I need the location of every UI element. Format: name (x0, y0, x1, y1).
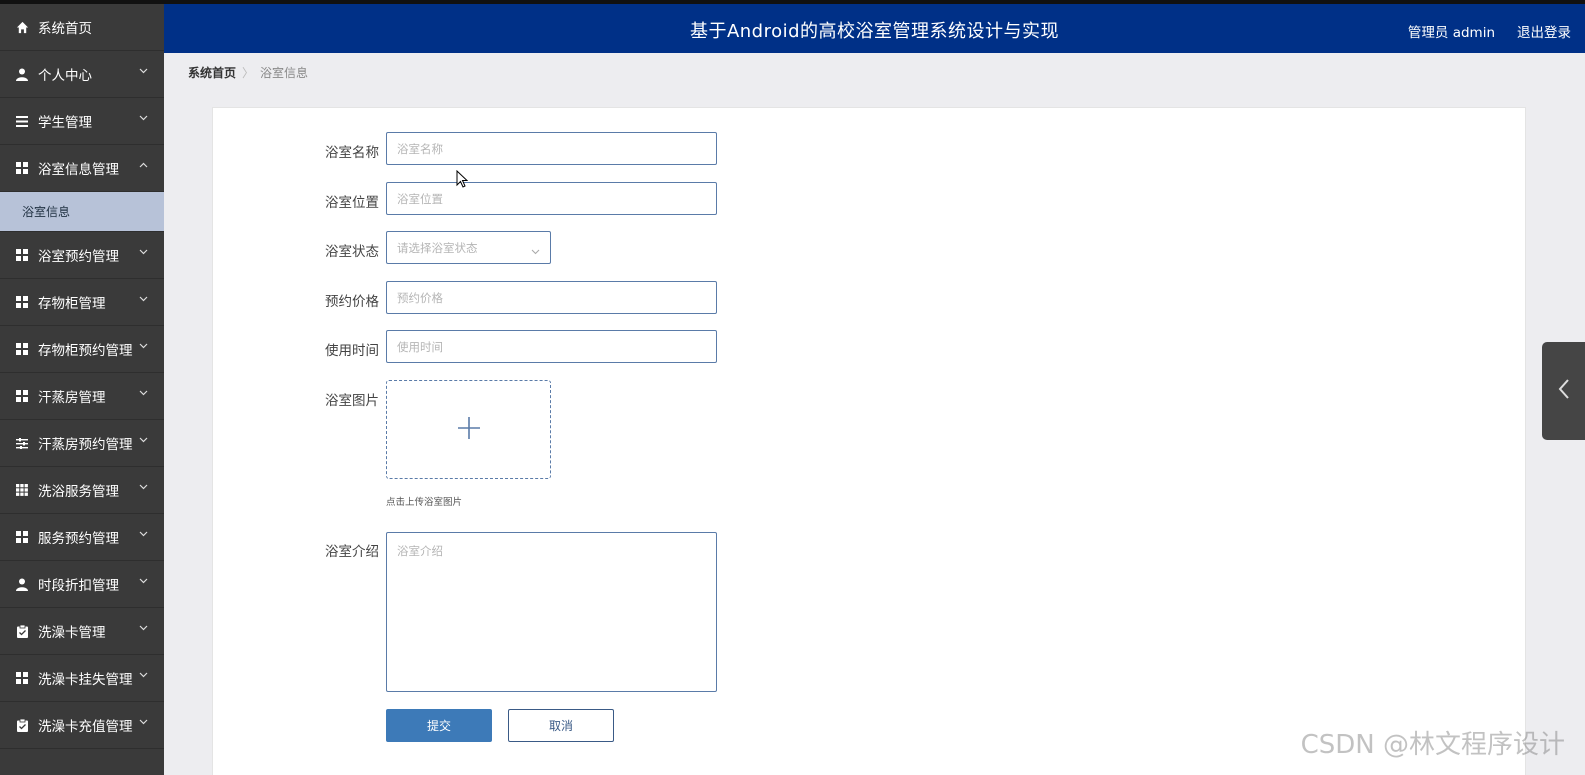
sidebar-item-bathroom-booking[interactable]: 浴室预约管理 (0, 232, 164, 279)
chevron-down-icon (138, 435, 148, 445)
price-input[interactable]: 预约价格 (386, 281, 717, 314)
time-label: 使用时间 (325, 343, 379, 359)
sidebar-item-label: 浴室预约管理 (38, 249, 119, 265)
intro-label: 浴室介绍 (325, 544, 379, 560)
chevron-down-icon (138, 482, 148, 492)
sidebar-item-locker[interactable]: 存物柜管理 (0, 279, 164, 326)
breadcrumb-home[interactable]: 系统首页 (188, 66, 236, 80)
grid-icon (14, 247, 30, 263)
grid-icon (14, 341, 30, 357)
cancel-button[interactable]: 取消 (508, 709, 614, 742)
chevron-down-icon (138, 623, 148, 633)
chevron-down-icon (138, 66, 148, 76)
chevron-down-icon (138, 388, 148, 398)
chevron-left-icon (1558, 378, 1570, 404)
sidebar-item-label: 汗蒸房预约管理 (38, 437, 133, 453)
sidebar-subitem-bathroom-info[interactable]: 浴室信息 (0, 192, 164, 232)
chevron-down-icon (138, 576, 148, 586)
grid-icon (14, 160, 30, 176)
grid-icon (14, 670, 30, 686)
user-icon (14, 66, 30, 82)
chevron-down-icon (138, 670, 148, 680)
sidebar-item-bath-service[interactable]: 洗浴服务管理 (0, 467, 164, 514)
sidebar-item-sauna[interactable]: 汗蒸房管理 (0, 373, 164, 420)
app-title: 基于Android的高校浴室管理系统设计与实现 (689, 21, 1060, 42)
logout-link[interactable]: 退出登录 (1517, 21, 1571, 41)
sidebar-item-bathroom-info[interactable]: 浴室信息管理 (0, 145, 164, 192)
submit-button[interactable]: 提交 (386, 709, 492, 742)
sidebar-item-label: 系统首页 (38, 21, 92, 37)
sidebar-item-label: 存物柜管理 (38, 296, 106, 312)
sidebar-item-label: 浴室信息管理 (38, 162, 119, 178)
status-select-placeholder: 请选择浴室状态 (397, 241, 478, 255)
chevron-down-icon (138, 294, 148, 304)
location-input[interactable]: 浴室位置 (386, 182, 717, 215)
user-label: 管理员 admin (1407, 25, 1495, 41)
sidebar-item-sauna-booking[interactable]: 汗蒸房预约管理 (0, 420, 164, 467)
sidebar-item-profile[interactable]: 个人中心 (0, 51, 164, 98)
table-icon (14, 482, 30, 498)
chevron-down-icon (138, 341, 148, 351)
chevron-down-icon (138, 717, 148, 727)
grid-icon (14, 388, 30, 404)
mouse-cursor-icon (456, 169, 469, 188)
image-label: 浴室图片 (325, 393, 379, 409)
sidebar-item-card-recharge[interactable]: 洗澡卡充值管理 (0, 702, 164, 749)
sidebar-item-time-discount[interactable]: 时段折扣管理 (0, 561, 164, 608)
sidebar-item-label: 存物柜预约管理 (38, 343, 133, 359)
sidebar-item-home[interactable]: 系统首页 (0, 4, 164, 51)
price-label: 预约价格 (325, 294, 379, 310)
sliders-icon (14, 435, 30, 451)
sidebar-subitem-label: 浴室信息 (22, 205, 71, 219)
sidebar: 系统首页 个人中心 学生管理 浴室信息管理 浴室信息 浴室预约管理 存物柜管理 … (0, 4, 164, 775)
grid-icon (14, 294, 30, 310)
sidebar-item-label: 服务预约管理 (38, 531, 119, 547)
sidebar-item-label: 时段折扣管理 (38, 578, 119, 594)
sidebar-item-label: 学生管理 (38, 115, 92, 131)
sidebar-item-label: 洗浴服务管理 (38, 484, 119, 500)
upload-tip: 点击上传浴室图片 (386, 497, 463, 508)
sidebar-item-label: 洗澡卡挂失管理 (38, 672, 133, 688)
chevron-down-icon (138, 113, 148, 123)
watermark: CSDN @林文程序设计 (1300, 730, 1565, 760)
sidebar-item-label: 洗澡卡管理 (38, 625, 106, 641)
time-input[interactable]: 使用时间 (386, 330, 717, 363)
plus-icon (457, 416, 481, 444)
sidebar-item-students[interactable]: 学生管理 (0, 98, 164, 145)
breadcrumb: 系统首页〉浴室信息 (188, 64, 308, 81)
chevron-down-icon (531, 244, 540, 255)
sidebar-item-label: 洗澡卡充值管理 (38, 719, 133, 735)
side-panel-toggle[interactable] (1542, 342, 1585, 440)
user-icon (14, 576, 30, 592)
sidebar-item-label: 个人中心 (38, 68, 92, 84)
status-select[interactable]: 请选择浴室状态 (386, 231, 551, 264)
clipboard-icon (14, 717, 30, 733)
top-header: 基于Android的高校浴室管理系统设计与实现 管理员 admin 退出登录 (164, 4, 1585, 53)
image-upload[interactable] (386, 380, 551, 479)
chevron-down-icon (138, 247, 148, 257)
chevron-up-icon (138, 160, 148, 170)
chevron-down-icon (138, 529, 148, 539)
intro-textarea[interactable]: 浴室介绍 (386, 532, 717, 692)
name-label: 浴室名称 (325, 145, 379, 161)
breadcrumb-current: 浴室信息 (260, 66, 309, 80)
list-icon (14, 113, 30, 129)
status-label: 浴室状态 (325, 244, 379, 260)
clipboard-icon (14, 623, 30, 639)
name-input[interactable]: 浴室名称 (386, 132, 717, 165)
location-label: 浴室位置 (325, 195, 379, 211)
sidebar-item-locker-booking[interactable]: 存物柜预约管理 (0, 326, 164, 373)
sidebar-item-card-loss[interactable]: 洗澡卡挂失管理 (0, 655, 164, 702)
home-icon (14, 19, 30, 35)
sidebar-item-label: 汗蒸房管理 (38, 390, 106, 406)
sidebar-item-bath-card[interactable]: 洗澡卡管理 (0, 608, 164, 655)
grid-icon (14, 529, 30, 545)
breadcrumb-separator: 〉 (242, 66, 255, 80)
sidebar-item-service-booking[interactable]: 服务预约管理 (0, 514, 164, 561)
